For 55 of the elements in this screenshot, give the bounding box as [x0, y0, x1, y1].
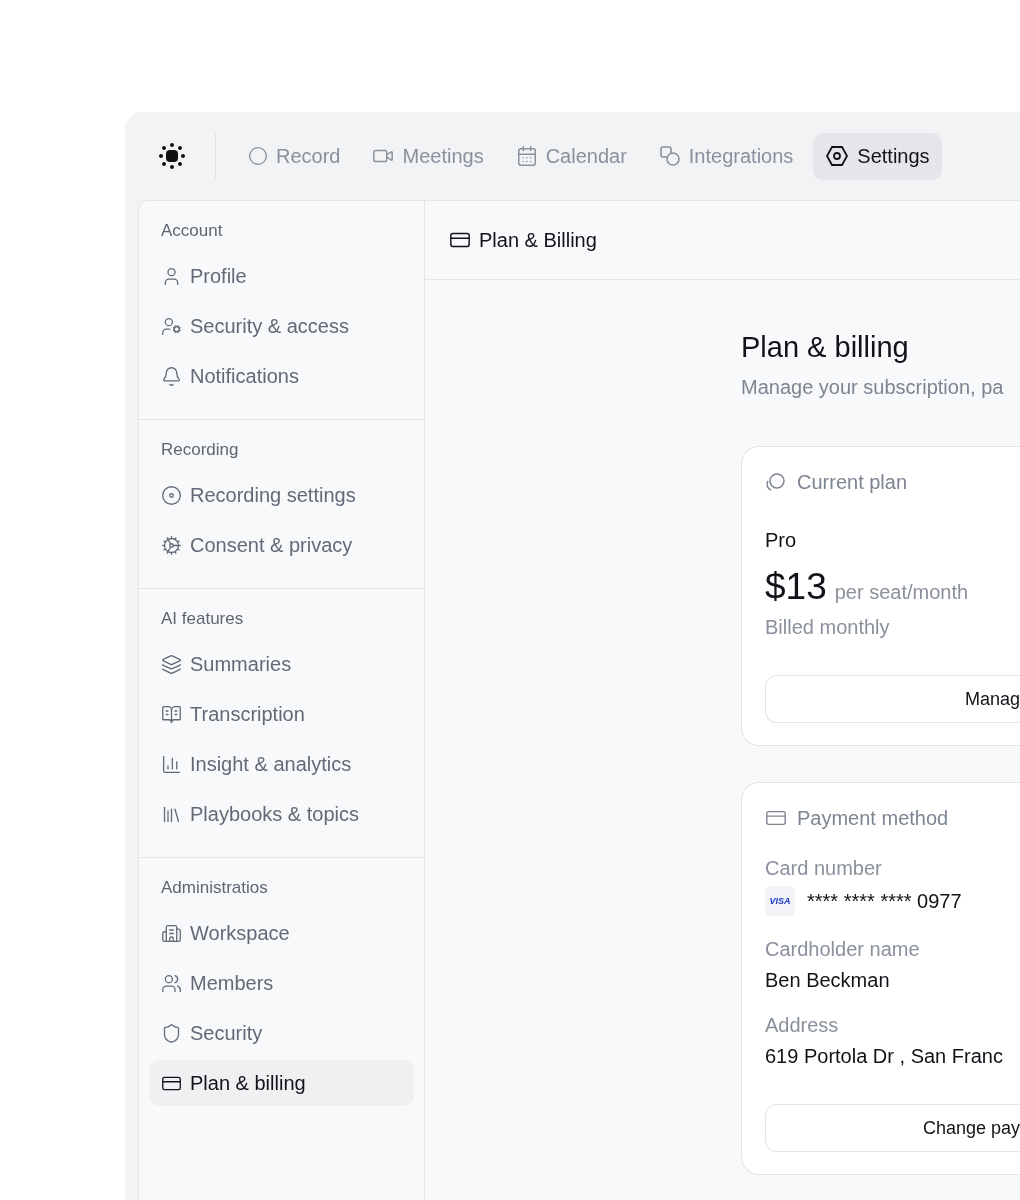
building-icon	[161, 922, 182, 944]
section-heading: Administratios	[160, 877, 269, 899]
circle-icon	[248, 146, 268, 166]
section-heading: Account	[160, 220, 224, 242]
circles-icon	[765, 471, 787, 493]
sidebar-item[interactable]: Plan & billing	[149, 1060, 414, 1106]
field-value: 619 Portola Dr , San Franc	[765, 1045, 1004, 1068]
users-icon	[161, 972, 182, 994]
section-heading: AI features	[160, 608, 245, 630]
disc-icon	[161, 484, 182, 506]
plan-name: Pro	[765, 529, 798, 552]
card-title: Payment method	[797, 806, 949, 830]
field-label: Card number	[765, 857, 883, 880]
sidebar-item[interactable]: Consent & privacy	[149, 522, 414, 568]
shapes-icon	[658, 145, 681, 167]
nav-tab[interactable]: Meetings	[360, 132, 496, 180]
sidebar-item[interactable]: Workspace	[149, 910, 414, 956]
sidebar-item[interactable]: Transcription	[149, 691, 414, 737]
nav-tab[interactable]: Calendar	[503, 132, 639, 180]
sidebar-item[interactable]: Security & access	[149, 303, 414, 349]
card-number: **** **** **** 0977	[807, 889, 962, 913]
book-icon	[161, 703, 182, 725]
calendar-icon	[515, 145, 538, 167]
gear-icon	[161, 534, 182, 556]
bar-chart-icon	[161, 753, 182, 775]
billing-period: Billed monthly	[765, 616, 891, 639]
nav-tab[interactable]: Integrations	[646, 132, 806, 180]
logo-icon	[159, 143, 185, 169]
sidebar-item[interactable]: Notifications	[149, 353, 414, 399]
nav-tab[interactable]: Record	[236, 132, 353, 180]
card-brand-logo: VISA	[765, 886, 795, 916]
nav-tab[interactable]: Settings	[813, 132, 942, 180]
panel-title: Plan & Billing	[479, 228, 597, 252]
change-payment-button[interactable]: Change pay	[765, 1104, 1020, 1152]
section-heading: Recording	[160, 439, 240, 461]
manage-plan-button[interactable]: Manag	[765, 675, 1020, 723]
field-label: Cardholder name	[765, 938, 921, 961]
sidebar-item[interactable]: Summaries	[149, 641, 414, 687]
sidebar-item[interactable]: Profile	[149, 253, 414, 299]
shield-icon	[161, 1022, 182, 1044]
sidebar-item[interactable]: Recording settings	[149, 472, 414, 518]
page-subtitle: Manage your subscription, pa	[741, 375, 1005, 400]
field-label: Address	[765, 1014, 840, 1037]
sidebar-item[interactable]: Insight & analytics	[149, 741, 414, 787]
sidebar-item[interactable]: Security	[149, 1010, 414, 1056]
sidebar-item[interactable]: Playbooks & topics	[149, 791, 414, 837]
price: $13	[765, 566, 827, 608]
page-title: Plan & billing	[741, 330, 910, 365]
user-cog-icon	[161, 315, 182, 337]
card-title: Current plan	[797, 470, 908, 494]
field-value: Ben Beckman	[765, 969, 891, 992]
settings-icon	[825, 144, 850, 168]
price-unit: per seat/month	[834, 581, 969, 604]
bell-icon	[161, 365, 182, 387]
sidebar-item[interactable]: Members	[149, 960, 414, 1006]
